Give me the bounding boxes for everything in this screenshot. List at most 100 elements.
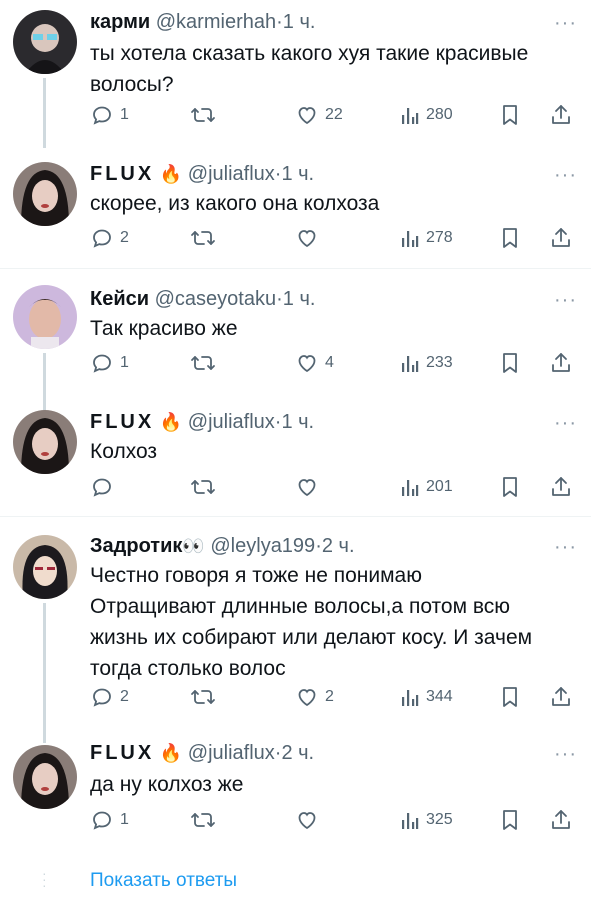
avatar[interactable]	[13, 745, 77, 809]
author-name[interactable]: карми	[90, 11, 150, 33]
author-handle[interactable]: @juliaflux	[188, 163, 275, 185]
retweet-button[interactable]	[190, 226, 222, 250]
share-button[interactable]	[550, 685, 572, 709]
divider	[0, 268, 591, 269]
like-button[interactable]	[295, 475, 325, 499]
views-button[interactable]: 325	[400, 808, 453, 832]
reply-button[interactable]: 1	[90, 808, 129, 832]
reply-button[interactable]: 1	[90, 351, 129, 375]
author-name[interactable]: FLUX	[90, 163, 154, 185]
like-button[interactable]	[295, 808, 325, 832]
retweet-icon	[190, 685, 216, 709]
reply-button[interactable]	[90, 475, 120, 499]
like-button[interactable]: 22	[295, 103, 343, 127]
reply-button[interactable]: 2	[90, 226, 129, 250]
share-icon	[550, 351, 572, 375]
bookmark-button[interactable]	[500, 103, 520, 127]
views-button[interactable]: 233	[400, 351, 453, 375]
bookmark-button[interactable]	[500, 808, 520, 832]
share-button[interactable]	[550, 103, 572, 127]
show-replies-link[interactable]: Показать ответы	[90, 870, 237, 892]
more-icon[interactable]: ···	[554, 413, 577, 433]
share-button[interactable]	[550, 351, 572, 375]
retweet-icon	[190, 475, 216, 499]
author-name[interactable]: Задротик	[90, 535, 182, 557]
reply-icon	[90, 351, 114, 375]
like-button[interactable]: 2	[295, 685, 334, 709]
reply-icon	[90, 475, 114, 499]
author-handle[interactable]: @karmierhah	[156, 11, 276, 33]
author-name[interactable]: Кейси	[90, 288, 149, 310]
like-icon	[295, 226, 319, 250]
views-icon	[400, 103, 420, 127]
like-button[interactable]: 4	[295, 351, 334, 375]
action-bar: 1 325	[90, 808, 580, 834]
reply-count: 1	[120, 354, 129, 371]
text-line: Отращивают длинные волосы,а потом всю	[90, 595, 511, 618]
tweet-text: да ну колхоз же	[90, 769, 570, 800]
thread-line	[43, 78, 46, 148]
avatar[interactable]	[13, 10, 77, 74]
reply-button[interactable]: 1	[90, 103, 129, 127]
more-icon[interactable]: ···	[554, 13, 577, 33]
author-handle[interactable]: @juliaflux	[188, 742, 275, 764]
views-button[interactable]: 278	[400, 226, 453, 250]
author-handle[interactable]: @juliaflux	[188, 411, 275, 433]
retweet-button[interactable]	[190, 685, 222, 709]
more-icon[interactable]: ···	[554, 744, 577, 764]
bookmark-button[interactable]	[500, 685, 520, 709]
action-bar: 1 4 233	[90, 351, 580, 377]
retweet-button[interactable]	[190, 103, 222, 127]
views-icon	[400, 351, 420, 375]
separator-dot: ·	[276, 288, 283, 310]
retweet-button[interactable]	[190, 475, 222, 499]
timestamp[interactable]: 1 ч.	[283, 11, 316, 33]
tweet-header: карми @karmierhah·1 ч.	[90, 10, 315, 34]
reply-button[interactable]: 2	[90, 685, 129, 709]
avatar[interactable]	[13, 162, 77, 226]
bookmark-icon	[500, 808, 520, 832]
avatar[interactable]	[13, 410, 77, 474]
bookmark-icon	[500, 226, 520, 250]
avatar[interactable]	[13, 535, 77, 599]
author-handle[interactable]: @leylya199	[210, 535, 315, 557]
retweet-button[interactable]	[190, 808, 222, 832]
fire-emoji: 🔥	[159, 164, 183, 184]
views-count: 278	[426, 229, 453, 246]
author-name[interactable]: FLUX	[90, 742, 154, 764]
bookmark-button[interactable]	[500, 475, 520, 499]
text-line: Честно говоря я тоже не понимаю	[90, 564, 422, 587]
timestamp[interactable]: 2 ч.	[322, 535, 355, 557]
bookmark-button[interactable]	[500, 226, 520, 250]
author-handle[interactable]: @caseyotaku	[155, 288, 276, 310]
tweet-header: FLUX 🔥 @juliaflux·1 ч.	[90, 162, 314, 186]
more-icon[interactable]: ···	[554, 165, 577, 185]
bookmark-button[interactable]	[500, 351, 520, 375]
retweet-button[interactable]	[190, 351, 222, 375]
share-button[interactable]	[550, 808, 572, 832]
like-button[interactable]	[295, 226, 325, 250]
share-icon	[550, 475, 572, 499]
text-line: волосы?	[90, 73, 174, 96]
share-button[interactable]	[550, 475, 572, 499]
views-button[interactable]: 344	[400, 685, 453, 709]
more-icon[interactable]: ···	[554, 537, 577, 557]
retweet-icon	[190, 103, 216, 127]
author-name[interactable]: FLUX	[90, 411, 154, 433]
action-bar: 201	[90, 475, 580, 501]
timestamp[interactable]: 2 ч.	[281, 742, 314, 764]
timestamp[interactable]: 1 ч.	[281, 411, 314, 433]
reply-icon	[90, 808, 114, 832]
replies-feed: карми @karmierhah·1 ч. ··· ты хотела ска…	[0, 0, 591, 904]
timestamp[interactable]: 1 ч.	[283, 288, 316, 310]
views-button[interactable]: 201	[400, 475, 453, 499]
share-button[interactable]	[550, 226, 572, 250]
reply-icon	[90, 103, 114, 127]
avatar[interactable]	[13, 285, 77, 349]
views-icon	[400, 808, 420, 832]
views-button[interactable]: 280	[400, 103, 453, 127]
like-icon	[295, 808, 319, 832]
thread-line	[43, 603, 46, 743]
more-icon[interactable]: ···	[554, 290, 577, 310]
timestamp[interactable]: 1 ч.	[281, 163, 314, 185]
